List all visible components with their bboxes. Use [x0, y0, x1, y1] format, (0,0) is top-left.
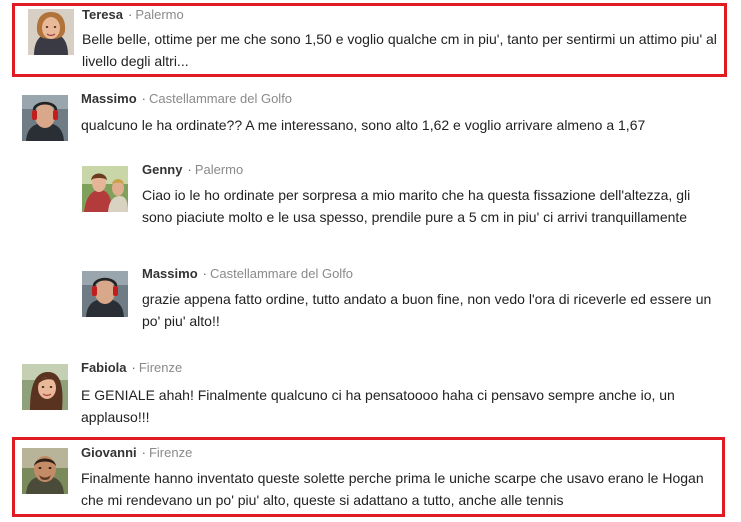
- separator-dot: ·: [141, 445, 146, 460]
- avatar[interactable]: [82, 166, 128, 212]
- author-name[interactable]: Giovanni: [81, 445, 137, 460]
- separator-dot: ·: [127, 7, 133, 22]
- separator-dot: ·: [187, 162, 192, 177]
- separator-dot: ·: [202, 266, 207, 281]
- author-name[interactable]: Fabiola: [81, 360, 127, 375]
- comment-text: grazie appena fatto ordine, tutto andato…: [142, 291, 712, 329]
- avatar[interactable]: [82, 271, 128, 317]
- comment-text: E GENIALE ahah! Finalmente qualcuno ci h…: [81, 387, 675, 425]
- author-city: Castellammare del Golfo: [209, 266, 354, 281]
- author-name[interactable]: Genny: [142, 162, 182, 177]
- separator-dot: ·: [131, 360, 136, 375]
- comment-text: qualcuno le ha ordinate?? A me interessa…: [81, 117, 646, 133]
- separator-dot: ·: [141, 91, 146, 106]
- author-name[interactable]: Massimo: [142, 266, 198, 281]
- author-name[interactable]: Teresa: [82, 7, 123, 22]
- author-city: Castellammare del Golfo: [148, 91, 293, 106]
- comment-text: Finalmente hanno inventato queste solett…: [81, 470, 704, 508]
- author-city: Firenze: [148, 445, 193, 460]
- author-city: Firenze: [138, 360, 183, 375]
- comment-text: Belle belle, ottime per me che sono 1,50…: [82, 31, 717, 69]
- comment-text: Ciao io le ho ordinate per sorpresa a mi…: [142, 187, 691, 225]
- avatar[interactable]: [22, 364, 68, 410]
- avatar[interactable]: [22, 448, 68, 494]
- avatar[interactable]: [22, 95, 68, 141]
- author-name[interactable]: Massimo: [81, 91, 137, 106]
- author-city: Palermo: [135, 7, 184, 22]
- author-city: Palermo: [194, 162, 244, 177]
- avatar[interactable]: [28, 9, 74, 55]
